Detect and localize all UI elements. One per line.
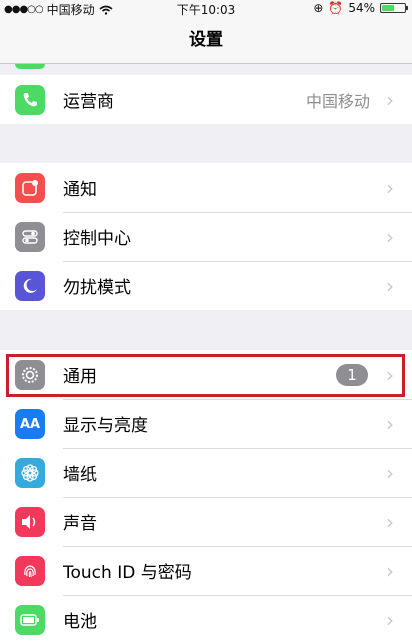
notifications-label: 通知 <box>63 180 97 200</box>
display-brightness-row[interactable]: AA 显示与亮度 › <box>0 399 412 448</box>
page-title: 设置 <box>189 30 223 50</box>
wallpaper-label: 墙纸 <box>63 465 97 485</box>
chevron-right-icon: › <box>386 273 394 298</box>
control-center-row[interactable]: 控制中心 › <box>0 212 412 261</box>
wallpaper-row[interactable]: 墙纸 › <box>0 448 412 497</box>
navigation-bar: 设置 <box>0 18 412 64</box>
display-brightness-icon: AA <box>15 409 45 439</box>
partial-cellular-icon <box>15 64 45 69</box>
do-not-disturb-row[interactable]: 勿扰模式 › <box>0 261 412 310</box>
battery-icon <box>15 605 45 635</box>
battery-percent: 54% <box>348 1 375 15</box>
general-group: 通用 1 › AA 显示与亮度 › 墙纸 › 声音 › Touch ID 与密码… <box>0 350 412 644</box>
notifications-row[interactable]: 通知 › <box>0 163 412 212</box>
battery-label: 电池 <box>63 612 97 632</box>
chevron-right-icon: › <box>386 460 394 485</box>
battery-fill <box>382 5 394 11</box>
carrier-value: 中国移动 <box>305 91 370 111</box>
general-label: 通用 <box>63 367 97 387</box>
wallpaper-flower-icon <box>15 458 45 488</box>
phone-icon <box>15 85 45 115</box>
display-brightness-label: 显示与亮度 <box>63 416 148 436</box>
chevron-right-icon: › <box>386 175 394 200</box>
orientation-lock-icon: ⊕ <box>313 1 324 15</box>
touch-id-label: Touch ID 与密码 <box>63 563 192 583</box>
battery-row[interactable]: 电池 › <box>0 595 412 644</box>
gear-icon <box>15 360 45 390</box>
sounds-row[interactable]: 声音 › <box>0 497 412 546</box>
touch-id-row[interactable]: Touch ID 与密码 › <box>0 546 412 595</box>
moon-icon <box>15 271 45 301</box>
sounds-label: 声音 <box>63 514 97 534</box>
chevron-right-icon: › <box>386 362 394 387</box>
chevron-right-icon: › <box>386 87 394 112</box>
alarm-icon: ⏰ <box>328 1 344 15</box>
status-bar: ●●●○○ 中国移动 下午10:03 ⊕ ⏰ 54% <box>0 0 412 18</box>
control-center-label: 控制中心 <box>63 229 131 249</box>
status-right: ⊕ ⏰ 54% <box>313 1 408 15</box>
update-badge: 1 <box>336 364 368 386</box>
chevron-right-icon: › <box>386 224 394 249</box>
speaker-icon <box>15 507 45 537</box>
do-not-disturb-label: 勿扰模式 <box>63 278 131 298</box>
notifications-group: 通知 › 控制中心 › 勿扰模式 › <box>0 163 412 310</box>
fingerprint-icon <box>15 556 45 586</box>
battery-indicator-icon <box>380 3 408 13</box>
chevron-right-icon: › <box>386 509 394 534</box>
control-center-icon <box>15 222 45 252</box>
notifications-icon <box>15 173 45 203</box>
carrier-group: 运营商 中国移动 › <box>0 75 412 124</box>
carrier-row[interactable]: 运营商 中国移动 › <box>0 75 412 124</box>
general-row[interactable]: 通用 1 › <box>0 350 412 399</box>
carrier-label: 运营商 <box>63 92 114 112</box>
chevron-right-icon: › <box>386 607 394 632</box>
chevron-right-icon: › <box>386 558 394 583</box>
status-time: 下午10:03 <box>176 3 236 17</box>
chevron-right-icon: › <box>386 411 394 436</box>
